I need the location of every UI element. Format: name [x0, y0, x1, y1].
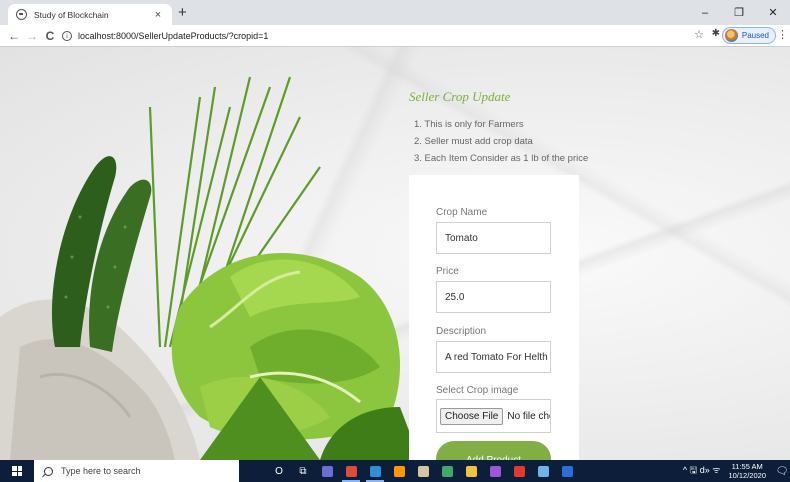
start-button[interactable]	[0, 460, 34, 482]
app-1-glyph	[321, 465, 333, 477]
search-placeholder: Type here to search	[61, 466, 141, 476]
back-button[interactable]: ←	[6, 28, 22, 44]
globe-icon	[16, 9, 27, 20]
new-tab-button[interactable]: +	[178, 4, 187, 21]
rule-item: 3. Each Item Consider as 1 lb of the pri…	[414, 153, 589, 164]
browser-tab[interactable]: Study of Blockchain ×	[8, 4, 172, 25]
price-label: Price	[436, 266, 459, 277]
address-bar: ← → C i localhost:8000/SellerUpdateProdu…	[0, 25, 790, 47]
app-6-glyph	[537, 465, 549, 477]
minimize-button[interactable]: –	[688, 0, 722, 25]
vegetables-image	[0, 76, 420, 460]
profile-status: Paused	[741, 31, 769, 40]
browser-menu-icon[interactable]: ⋮	[777, 28, 788, 41]
app-2-glyph	[393, 465, 405, 477]
app-5-glyph	[489, 465, 501, 477]
search-icon	[44, 466, 53, 476]
maximize-button[interactable]: ❐	[722, 0, 756, 25]
windows-logo-icon	[12, 466, 22, 476]
reload-button[interactable]: C	[42, 28, 58, 44]
app-icon-4[interactable]	[435, 460, 459, 482]
url-text[interactable]: localhost:8000/SellerUpdateProducts/?cro…	[78, 31, 268, 41]
description-input[interactable]	[436, 341, 551, 373]
tab-title: Study of Blockchain	[34, 9, 109, 20]
file-explorer-glyph	[465, 465, 477, 477]
pdf-icon[interactable]	[507, 460, 531, 482]
app-7-glyph	[561, 465, 573, 477]
windows-taskbar: Type here to search O ⧉ ^ 🖫 d» ᯤ 11:55 AM…	[0, 460, 790, 482]
file-explorer-icon[interactable]	[459, 460, 483, 482]
crop-name-label: Crop Name	[436, 207, 488, 218]
app-icon-2[interactable]	[387, 460, 411, 482]
chrome-icon[interactable]	[339, 460, 363, 482]
chrome-glyph	[345, 465, 357, 477]
page-title: Seller Crop Update	[409, 89, 511, 104]
crop-update-form: Crop Name Price Description Select Crop …	[409, 175, 579, 460]
app-3-glyph	[417, 465, 429, 477]
notification-icon[interactable]: 🗨	[774, 466, 790, 477]
system-tray: ^ 🖫 d» ᯤ 11:55 AM 10/12/2020 🗨	[683, 460, 790, 482]
clock-date: 10/12/2020	[728, 471, 766, 480]
rule-item: 1. This is only for Farmers	[414, 119, 524, 130]
app-icon-3[interactable]	[411, 460, 435, 482]
cortana-icon[interactable]: O	[267, 460, 291, 482]
app-icon-6[interactable]	[531, 460, 555, 482]
file-status: No file chosen	[507, 410, 550, 422]
app-4-glyph	[441, 465, 453, 477]
info-icon[interactable]: i	[62, 31, 72, 41]
add-product-button[interactable]: Add Product	[436, 441, 551, 460]
window-controls: – ❐ ✕	[688, 0, 790, 25]
price-input[interactable]	[436, 281, 551, 313]
tray-icons[interactable]: ^ 🖫 d» ᯤ	[683, 463, 721, 479]
close-tab-icon[interactable]: ×	[152, 9, 164, 21]
forward-button[interactable]: →	[24, 28, 40, 44]
extensions-icon[interactable]: ✱	[712, 28, 720, 39]
avatar	[724, 29, 738, 42]
crop-image-file-input[interactable]: Choose File No file chosen	[436, 399, 551, 433]
browser-tab-bar: Study of Blockchain × + – ❐ ✕	[0, 0, 790, 25]
close-window-button[interactable]: ✕	[756, 0, 790, 25]
pdf-glyph	[513, 465, 525, 477]
task-view-icon[interactable]: ⧉	[291, 460, 315, 482]
bookmark-star-icon[interactable]: ☆	[694, 28, 704, 41]
crop-image-label: Select Crop image	[436, 385, 519, 396]
rule-item: 2. Seller must add crop data	[414, 136, 533, 147]
vscode-glyph	[369, 465, 381, 477]
taskbar-search[interactable]: Type here to search	[34, 460, 239, 482]
clock-time: 11:55 AM	[731, 462, 763, 471]
page-content: Seller Crop Update 1. This is only for F…	[0, 47, 790, 460]
app-icon-5[interactable]	[483, 460, 507, 482]
app-icon-1[interactable]	[315, 460, 339, 482]
taskbar-apps: O ⧉	[267, 460, 579, 482]
rules-list: 1. This is only for Farmers 2. Seller mu…	[414, 116, 588, 167]
clock[interactable]: 11:55 AM 10/12/2020	[728, 462, 766, 480]
crop-name-input[interactable]	[436, 222, 551, 254]
url-field[interactable]: i localhost:8000/SellerUpdateProducts/?c…	[62, 27, 682, 45]
description-label: Description	[436, 326, 487, 337]
vscode-icon[interactable]	[363, 460, 387, 482]
profile-button[interactable]: Paused	[721, 27, 776, 44]
choose-file-button[interactable]: Choose File	[440, 407, 504, 425]
app-icon-7[interactable]	[555, 460, 579, 482]
